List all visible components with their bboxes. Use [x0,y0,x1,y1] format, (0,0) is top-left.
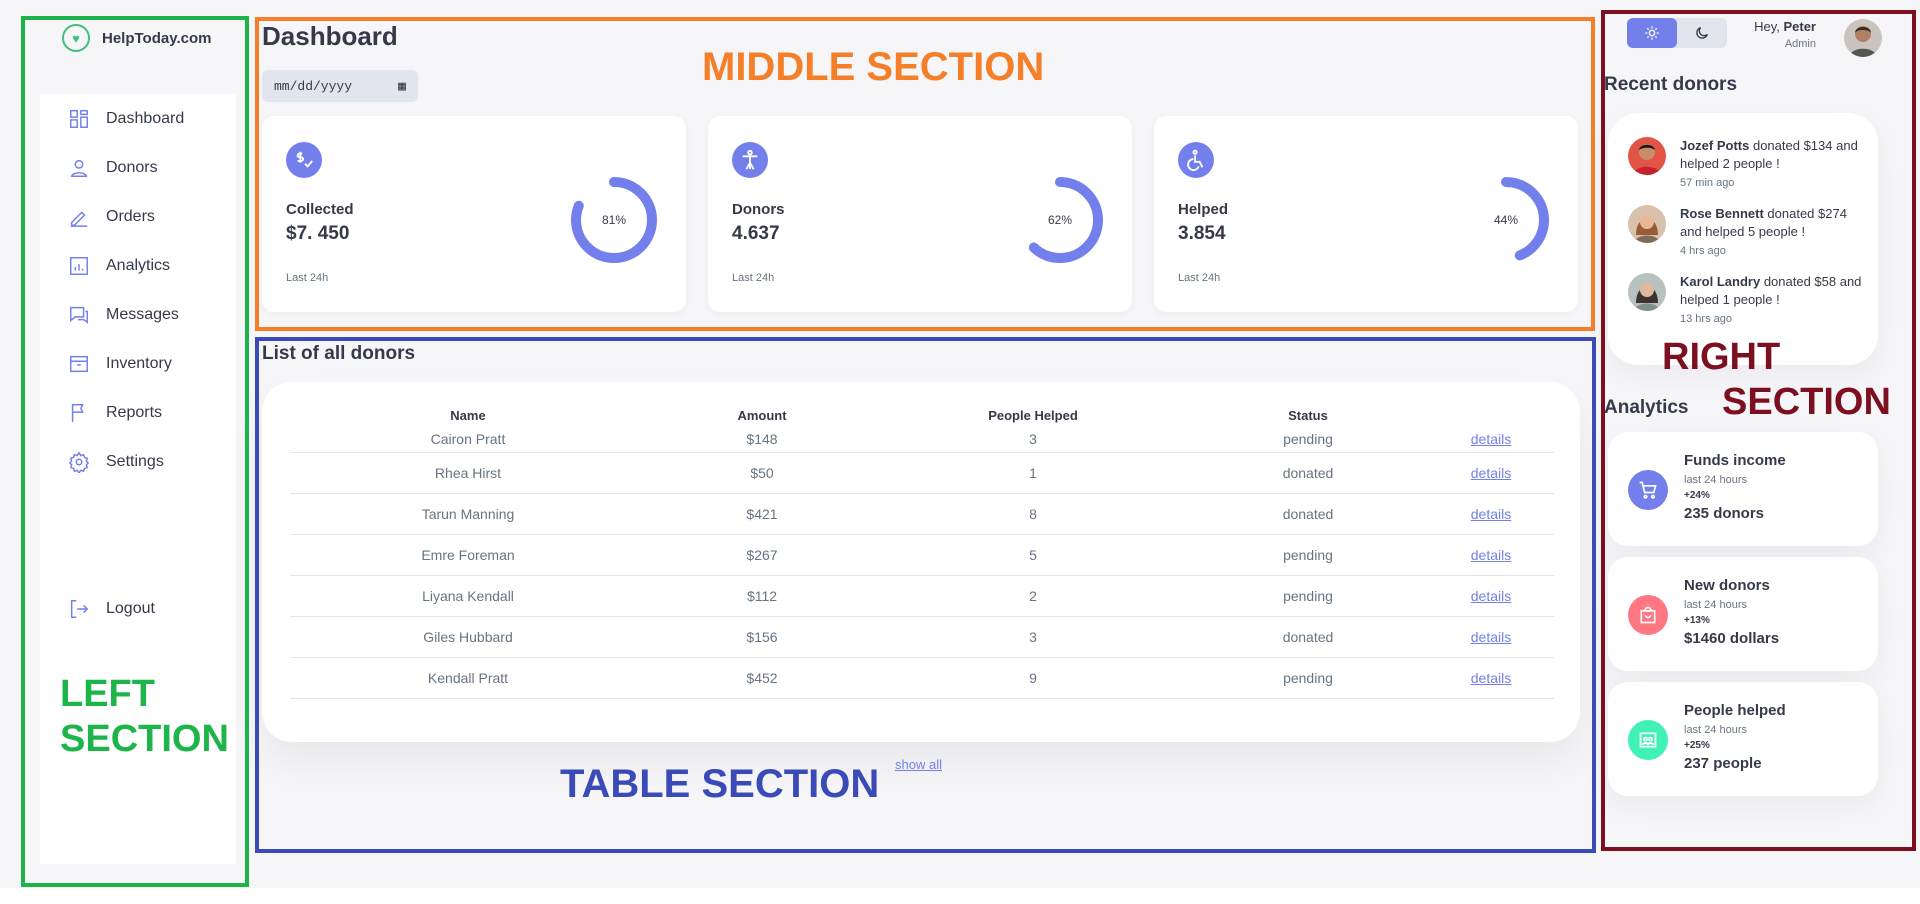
right-section-label-line2: SECTION [1722,381,1891,423]
right-section-frame [1601,10,1916,851]
page: ♥ HelpToday.com Dashboard Donors Orders … [0,0,1920,904]
middle-section-label: MIDDLE SECTION [702,45,1045,89]
left-section-label: LEFT SECTION [60,673,229,760]
table-section-label: TABLE SECTION [560,762,880,806]
table-section-frame [255,337,1596,853]
right-section-label-line1: RIGHT [1662,336,1781,378]
